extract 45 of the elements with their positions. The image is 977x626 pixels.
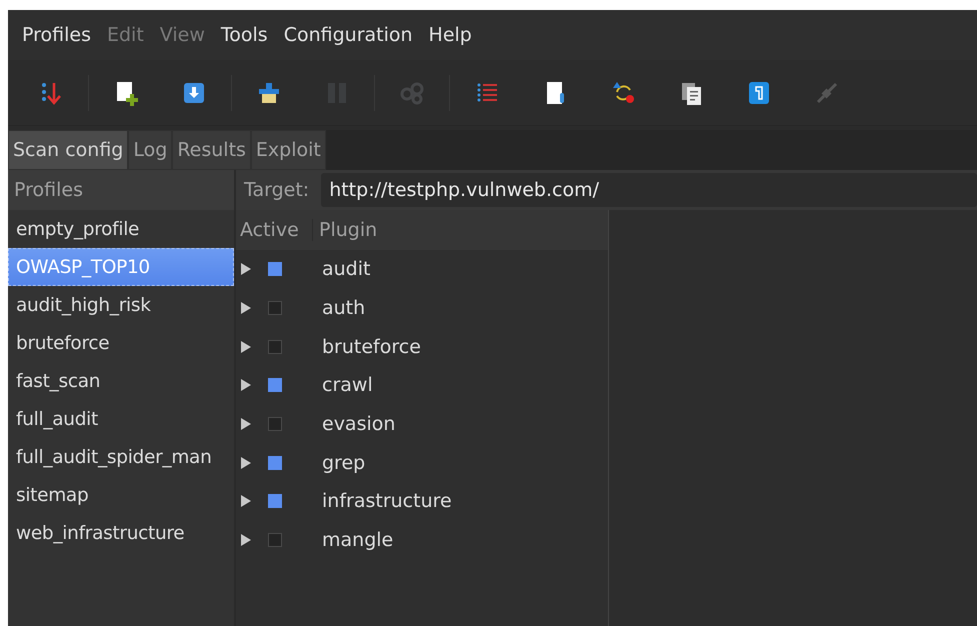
- expand-arrow-icon[interactable]: [240, 534, 252, 546]
- expand-arrow-icon[interactable]: [240, 456, 252, 469]
- expand-arrow-icon[interactable]: [240, 263, 252, 276]
- tab[interactable]: Results: [172, 130, 251, 170]
- checkbox[interactable]: [268, 378, 282, 392]
- profile-item[interactable]: web_infrastructure: [8, 514, 234, 552]
- plugin-name: mangle: [322, 529, 394, 552]
- checkbox[interactable]: [268, 456, 282, 470]
- profile-item[interactable]: sitemap: [8, 476, 234, 514]
- column-header: Active: [236, 219, 313, 241]
- plugin-name: bruteforce: [322, 336, 421, 358]
- checkbox[interactable]: [268, 262, 282, 276]
- plugin-name: audit: [322, 258, 370, 280]
- profile-item[interactable]: bruteforce: [8, 324, 234, 362]
- plugin-name: grep: [322, 452, 366, 474]
- expand-arrow-icon[interactable]: [240, 340, 252, 353]
- column-header: Plugin: [318, 219, 378, 241]
- profile-item[interactable]: audit_high_risk: [8, 286, 234, 324]
- column-header: Profiles: [8, 170, 234, 210]
- plugin-name: infrastructure: [322, 490, 452, 512]
- checkbox[interactable]: [268, 301, 282, 316]
- checkbox[interactable]: [268, 533, 282, 548]
- expand-arrow-icon[interactable]: [240, 379, 252, 392]
- target-field[interactable]: http://testphp.vulnweb.com/: [321, 173, 977, 207]
- menu-item[interactable]: Tools: [218, 24, 282, 46]
- tab[interactable]: Exploit: [250, 130, 326, 170]
- profile-item[interactable]: empty_profile: [8, 210, 234, 248]
- expand-arrow-icon[interactable]: [240, 495, 252, 508]
- menu-item[interactable]: Help: [426, 24, 486, 46]
- checkbox[interactable]: [268, 340, 282, 354]
- menu-item[interactable]: Profiles: [20, 24, 105, 46]
- profile-item[interactable]: full_audit_spider_man: [8, 438, 234, 476]
- checkbox[interactable]: [268, 417, 282, 432]
- menu-item[interactable]: Configuration: [282, 24, 427, 46]
- expand-arrow-icon[interactable]: [240, 418, 252, 430]
- target-label: Target:: [244, 179, 310, 201]
- plugin-name: crawl: [322, 374, 373, 396]
- profile-item[interactable]: full_audit: [8, 400, 234, 438]
- tab[interactable]: Scan config: [8, 130, 128, 170]
- expand-arrow-icon[interactable]: [240, 302, 252, 314]
- plugin-name: evasion: [322, 413, 396, 436]
- plugin-name: auth: [322, 297, 366, 320]
- checkbox[interactable]: [268, 494, 282, 508]
- tab[interactable]: Log: [128, 130, 172, 170]
- profile-item[interactable]: fast_scan: [8, 362, 234, 400]
